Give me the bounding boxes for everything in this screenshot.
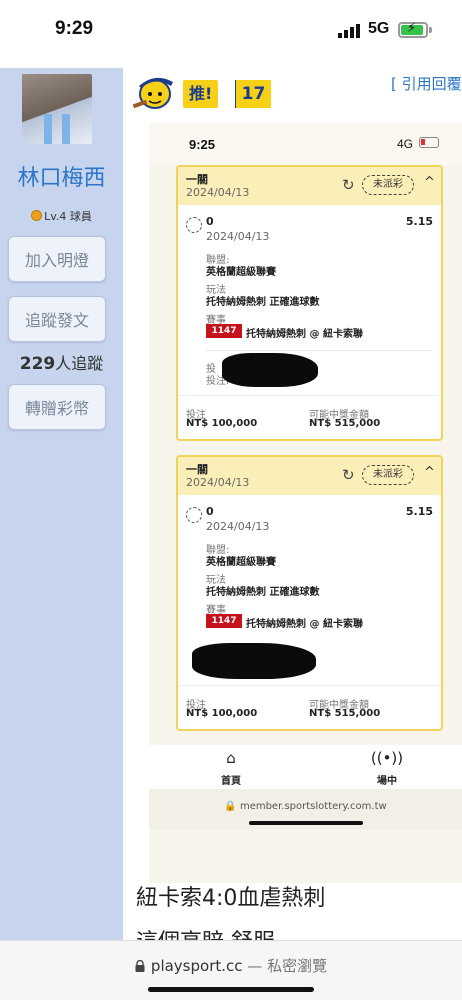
follower-number: 229 [19,354,56,374]
bet-card-footer: 投注 NT$ 100,000 可能中獎金額 NT$ 515,000 [178,685,441,729]
follower-count: 229人追蹤 [0,350,123,374]
bet-card-body: 0 2024/04/13 5.15 聯盟: 英格蘭超級聯賽 玩法 托特納姆熱刺 … [178,495,441,685]
follow-posts-button[interactable]: 追蹤發文 [8,296,106,342]
screenshot-status-bar: 9:25 4G [149,123,462,165]
bet-type: 一關 [186,463,208,476]
status-time: 9:29 [55,18,94,39]
screenshot-bottom-nav: ⌂ 首頁 ((•)) 場中 [149,745,462,789]
gift-coins-button[interactable]: 轉贈彩幣 [8,384,106,430]
payout-status-badge: 未派彩 [362,465,414,485]
bet-type: 一關 [186,173,208,186]
odds-value: 5.15 [405,505,433,518]
nav-home-label: 首頁 [221,776,241,787]
battery-icon: ⚡ [398,21,428,38]
home-icon: ⌂ [226,749,236,767]
match-id-badge: 1147 [206,614,242,628]
match-id-badge: 1147 [206,324,242,338]
redaction-mark [222,353,318,387]
stake-value: NT$ 100,000 [186,418,258,429]
screenshot-network: 4G [397,137,414,151]
payout-value: NT$ 515,000 [309,418,381,429]
refresh-icon: ↻ [342,466,355,484]
post-title: 紐卡索4:0血虐熱刺 [136,886,326,911]
user-level: Lv.4 球員 [0,208,123,224]
payout-status-badge: 未派彩 [362,175,414,195]
nav-live: ((•)) 場中 [357,749,417,788]
pick-date: 2024/04/13 [206,520,270,533]
lock-icon [135,960,145,972]
bet-screenshot: 9:25 4G 一關 2024/04/13 ↻ 未派彩 ^ 0 2024/04/… [149,123,462,883]
level-text: Lv.4 球員 [44,210,92,223]
screenshot-url: member.sportslottery.com.tw [239,801,387,812]
pick-date: 2024/04/13 [206,230,270,243]
play-value: 托特納姆熱刺 正確進球數 [206,587,320,598]
bet-card-header: 一關 2024/04/13 ↻ 未派彩 ^ [178,167,441,205]
nav-home: ⌂ 首頁 [201,749,261,788]
nav-live-label: 場中 [377,776,397,787]
chevron-up-icon: ^ [424,175,435,190]
level-icon [31,210,43,221]
network-type: 5G [368,20,390,37]
chevron-up-icon: ^ [424,465,435,480]
match-name: 托特納姆熱刺 @ 紐卡索聯 [246,329,363,340]
play-value: 托特納姆熱刺 正確進球數 [206,297,320,308]
pick-value: 0 [206,505,214,518]
push-count: 17 [235,80,271,108]
match-name: 托特納姆熱刺 @ 紐卡索聯 [246,619,363,630]
payout-value: NT$ 515,000 [309,708,381,719]
bet-card-footer: 投注 NT$ 100,000 可能中獎金額 NT$ 515,000 [178,395,441,439]
bet-card: 一關 2024/04/13 ↻ 未派彩 ^ 0 2024/04/13 5.15 … [176,455,443,731]
bet-card-header: 一關 2024/04/13 ↻ 未派彩 ^ [178,457,441,495]
divider [206,350,433,351]
avatar[interactable] [22,74,92,144]
odds-value: 5.15 [405,215,433,228]
screenshot-battery-icon [419,137,439,148]
user-sidebar: 林口梅西 Lv.4 球員 加入明燈 追蹤發文 229人追蹤 轉贈彩幣 [0,68,123,940]
post-content: 推! 17 [ 引用回覆 9:25 4G 一關 2024/04/13 ↻ 未派彩… [123,68,462,940]
screenshot-home-indicator [249,821,363,825]
league-value: 英格蘭超級聯賽 [206,267,276,278]
stake-value: NT$ 100,000 [186,708,258,719]
follower-suffix: 人追蹤 [55,354,104,373]
screenshot-time: 9:25 [189,137,216,152]
quote-reply-link[interactable]: [ 引用回覆 [391,73,462,94]
bet-card: 一關 2024/04/13 ↻ 未派彩 ^ 0 2024/04/13 5.15 … [176,165,443,441]
bet-date: 2024/04/13 [186,476,250,489]
address-bar[interactable]: playsport.cc — 私密瀏覽 [0,955,462,976]
pick-circle-icon [186,217,202,233]
add-lantern-button[interactable]: 加入明燈 [8,236,106,282]
bet-card-body: 0 2024/04/13 5.15 聯盟: 英格蘭超級聯賽 玩法 托特納姆熱刺 … [178,205,441,395]
pick-value: 0 [206,215,214,228]
bet-date: 2024/04/13 [186,186,250,199]
battery-tip [429,27,432,33]
pick-circle-icon [186,507,202,523]
browser-url: playsport.cc [150,957,243,975]
push-label: 推! [183,80,219,108]
league-value: 英格蘭超級聯賽 [206,557,276,568]
status-bar: 9:29 5G ⚡ [0,0,462,68]
broadcast-icon: ((•)) [370,749,404,767]
username[interactable]: 林口梅西 [0,160,123,192]
redaction-mark [192,643,316,679]
refresh-icon: ↻ [342,176,355,194]
push-badge[interactable]: 推! 17 [133,76,271,110]
private-mode-label: — 私密瀏覽 [247,957,328,975]
post-body-line: 這個高賠 舒服 [136,924,275,940]
mascot-icon [133,77,173,109]
home-indicator[interactable] [148,987,314,992]
signal-icon [338,24,360,38]
browser-bar: playsport.cc — 私密瀏覽 [0,940,462,1000]
